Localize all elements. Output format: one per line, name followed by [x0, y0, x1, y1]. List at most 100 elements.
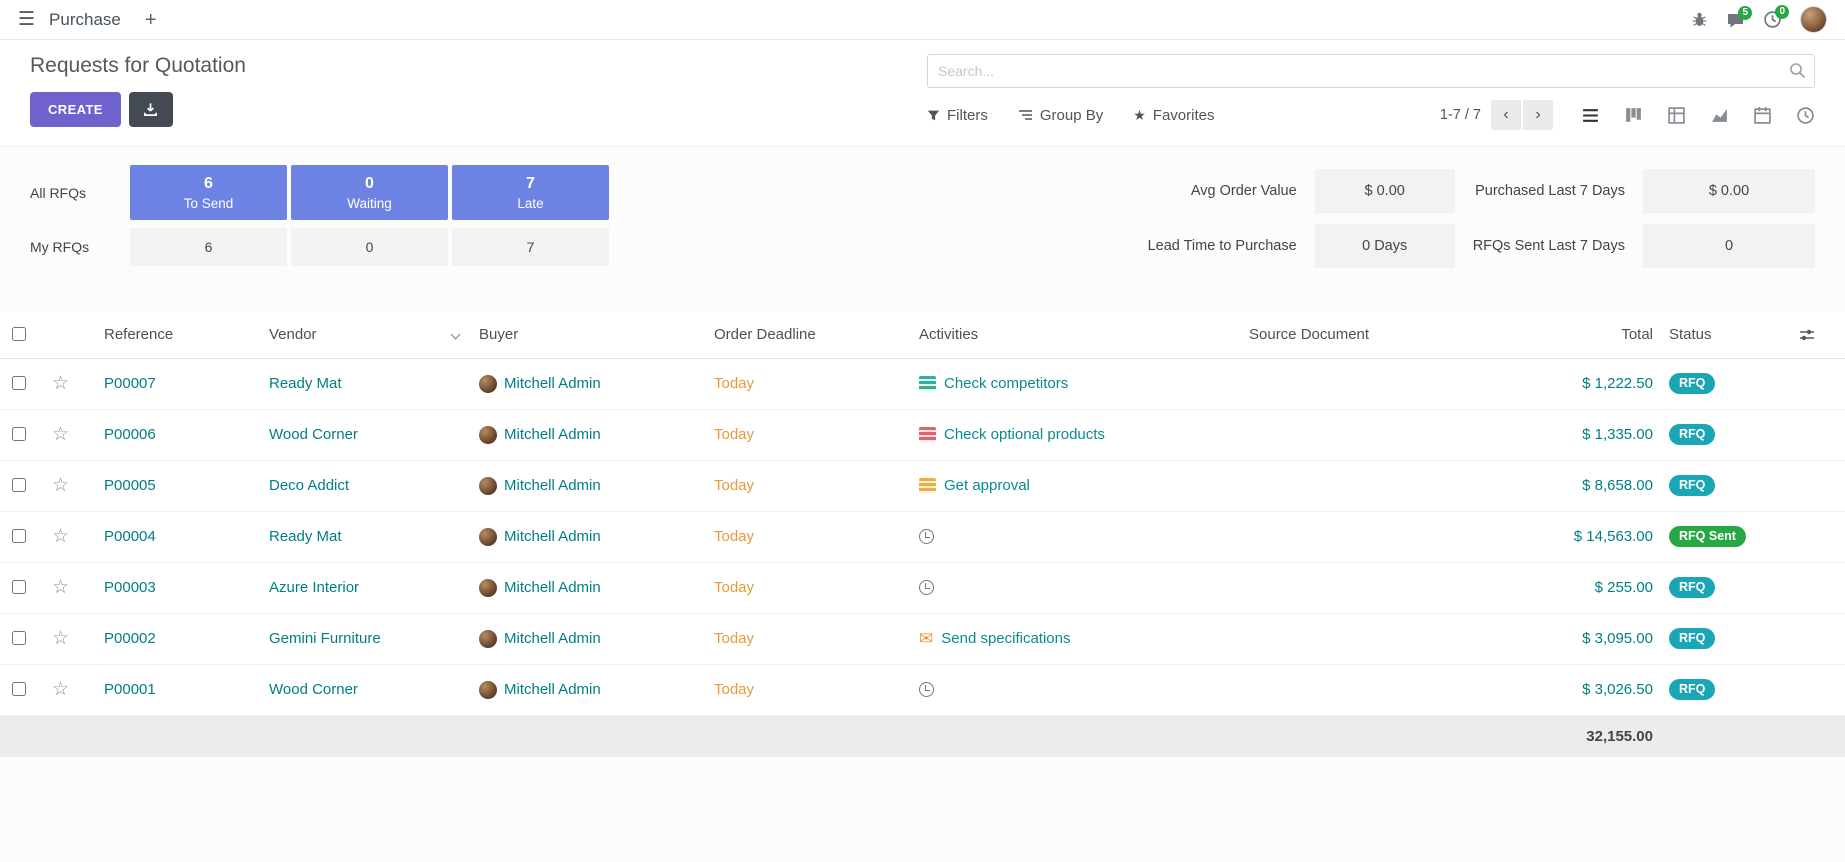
buyer-link[interactable]: Mitchell Admin — [504, 477, 601, 494]
favorite-star-icon[interactable]: ☆ — [52, 373, 69, 394]
tile-to-send[interactable]: 6 To Send — [130, 165, 287, 220]
activity-icon[interactable] — [919, 580, 934, 595]
favorite-star-icon[interactable]: ☆ — [52, 628, 69, 649]
filter-funnel-icon — [927, 109, 940, 122]
reference-link[interactable]: P00004 — [104, 528, 156, 545]
reference-link[interactable]: P00007 — [104, 375, 156, 392]
table-row[interactable]: ☆ P00007 Ready Mat Mitchell Admin Today … — [0, 358, 1845, 409]
group-by-button[interactable]: Group By — [1018, 107, 1103, 124]
row-checkbox[interactable] — [12, 376, 26, 390]
activity-label[interactable]: Check competitors — [944, 375, 1068, 392]
vendor-link[interactable]: Azure Interior — [269, 579, 359, 596]
user-avatar[interactable] — [1800, 6, 1827, 33]
graph-view-icon[interactable] — [1710, 106, 1729, 125]
row-checkbox[interactable] — [12, 478, 26, 492]
activity-icon[interactable] — [919, 630, 933, 648]
reference-link[interactable]: P00006 — [104, 426, 156, 443]
activities-clock-icon[interactable]: 0 — [1763, 10, 1782, 29]
my-to-send-count[interactable]: 6 — [130, 228, 287, 266]
purchased-last-7-days: $ 0.00 — [1643, 169, 1815, 213]
table-row[interactable]: ☆ P00005 Deco Addict Mitchell Admin Toda… — [0, 460, 1845, 511]
column-total[interactable]: Total — [1511, 312, 1661, 358]
activity-icon[interactable] — [919, 427, 936, 442]
buyer-link[interactable]: Mitchell Admin — [504, 630, 601, 647]
column-status[interactable]: Status — [1661, 312, 1791, 358]
row-checkbox[interactable] — [12, 580, 26, 594]
table-row[interactable]: ☆ P00006 Wood Corner Mitchell Admin Toda… — [0, 409, 1845, 460]
vendor-link[interactable]: Deco Addict — [269, 477, 349, 494]
vendor-link[interactable]: Wood Corner — [269, 426, 358, 443]
favorite-star-icon[interactable]: ☆ — [52, 526, 69, 547]
activity-label[interactable]: Send specifications — [941, 630, 1070, 647]
activity-icon[interactable] — [919, 529, 934, 544]
buyer-link[interactable]: Mitchell Admin — [504, 528, 601, 545]
tile-late[interactable]: 7 Late — [452, 165, 609, 220]
debug-bug-icon[interactable] — [1691, 11, 1708, 28]
row-checkbox[interactable] — [12, 529, 26, 543]
search-toolbar: Filters Group By ★ Favorites 1-7 / 7 ‹ › — [927, 100, 1815, 130]
footer-total: 32,155.00 — [0, 715, 1661, 757]
reference-link[interactable]: P00005 — [104, 477, 156, 494]
activity-icon[interactable] — [919, 682, 934, 697]
all-rfqs-label: All RFQs — [30, 165, 126, 220]
buyer-link[interactable]: Mitchell Admin — [504, 426, 601, 443]
column-buyer[interactable]: Buyer — [471, 312, 706, 358]
vendor-link[interactable]: Gemini Furniture — [269, 630, 381, 647]
reference-link[interactable]: P00003 — [104, 579, 156, 596]
row-checkbox[interactable] — [12, 682, 26, 696]
favorite-star-icon[interactable]: ☆ — [52, 475, 69, 496]
new-tab-plus-icon[interactable]: + — [145, 10, 157, 30]
vendor-link[interactable]: Ready Mat — [269, 528, 342, 545]
column-vendor[interactable]: Vendor — [261, 312, 471, 358]
favorite-star-icon[interactable]: ☆ — [52, 679, 69, 700]
systray: 5 0 — [1691, 6, 1827, 33]
filters-button[interactable]: Filters — [927, 107, 988, 124]
activity-icon[interactable] — [919, 478, 936, 493]
favorite-star-icon[interactable]: ☆ — [52, 577, 69, 598]
create-button[interactable]: CREATE — [30, 92, 121, 127]
app-name[interactable]: Purchase — [49, 10, 121, 30]
menu-toggle-icon[interactable]: ☰ — [18, 8, 35, 31]
activity-label[interactable]: Check optional products — [944, 426, 1105, 443]
buyer-link[interactable]: Mitchell Admin — [504, 579, 601, 596]
calendar-view-icon[interactable] — [1753, 106, 1772, 125]
table-row[interactable]: ☆ P00004 Ready Mat Mitchell Admin Today … — [0, 511, 1845, 562]
reference-link[interactable]: P00001 — [104, 681, 156, 698]
vendor-link[interactable]: Ready Mat — [269, 375, 342, 392]
pager-previous-button[interactable]: ‹ — [1491, 100, 1521, 130]
buyer-link[interactable]: Mitchell Admin — [504, 681, 601, 698]
tile-waiting[interactable]: 0 Waiting — [291, 165, 448, 220]
pager-next-button[interactable]: › — [1523, 100, 1553, 130]
purchased-last-7-days-label: Purchased Last 7 Days — [1473, 183, 1625, 199]
list-view-icon[interactable] — [1581, 106, 1600, 125]
activity-icon[interactable] — [919, 376, 936, 391]
column-source-document[interactable]: Source Document — [1241, 312, 1511, 358]
favorites-button[interactable]: ★ Favorites — [1133, 107, 1214, 124]
my-late-count[interactable]: 7 — [452, 228, 609, 266]
search-input[interactable] — [927, 54, 1815, 88]
vendor-link[interactable]: Wood Corner — [269, 681, 358, 698]
pivot-view-icon[interactable] — [1667, 106, 1686, 125]
select-all-header[interactable] — [0, 312, 44, 358]
table-row[interactable]: ☆ P00001 Wood Corner Mitchell Admin Toda… — [0, 664, 1845, 715]
row-checkbox[interactable] — [12, 427, 26, 441]
messages-icon[interactable]: 5 — [1726, 11, 1745, 29]
column-activities[interactable]: Activities — [911, 312, 1241, 358]
table-row[interactable]: ☆ P00003 Azure Interior Mitchell Admin T… — [0, 562, 1845, 613]
column-order-deadline[interactable]: Order Deadline — [706, 312, 911, 358]
select-all-checkbox[interactable] — [12, 327, 26, 341]
row-checkbox[interactable] — [12, 631, 26, 645]
activity-label[interactable]: Get approval — [944, 477, 1030, 494]
search-icon[interactable] — [1789, 62, 1806, 79]
favorite-star-icon[interactable]: ☆ — [52, 424, 69, 445]
column-reference[interactable]: Reference — [96, 312, 261, 358]
my-waiting-count[interactable]: 0 — [291, 228, 448, 266]
optional-columns-toggle[interactable] — [1791, 312, 1845, 358]
kanban-view-icon[interactable] — [1624, 106, 1643, 125]
activity-view-icon[interactable] — [1796, 106, 1815, 125]
buyer-link[interactable]: Mitchell Admin — [504, 375, 601, 392]
download-button[interactable] — [129, 92, 173, 127]
table-row[interactable]: ☆ P00002 Gemini Furniture Mitchell Admin… — [0, 613, 1845, 664]
source-document — [1241, 460, 1511, 511]
reference-link[interactable]: P00002 — [104, 630, 156, 647]
